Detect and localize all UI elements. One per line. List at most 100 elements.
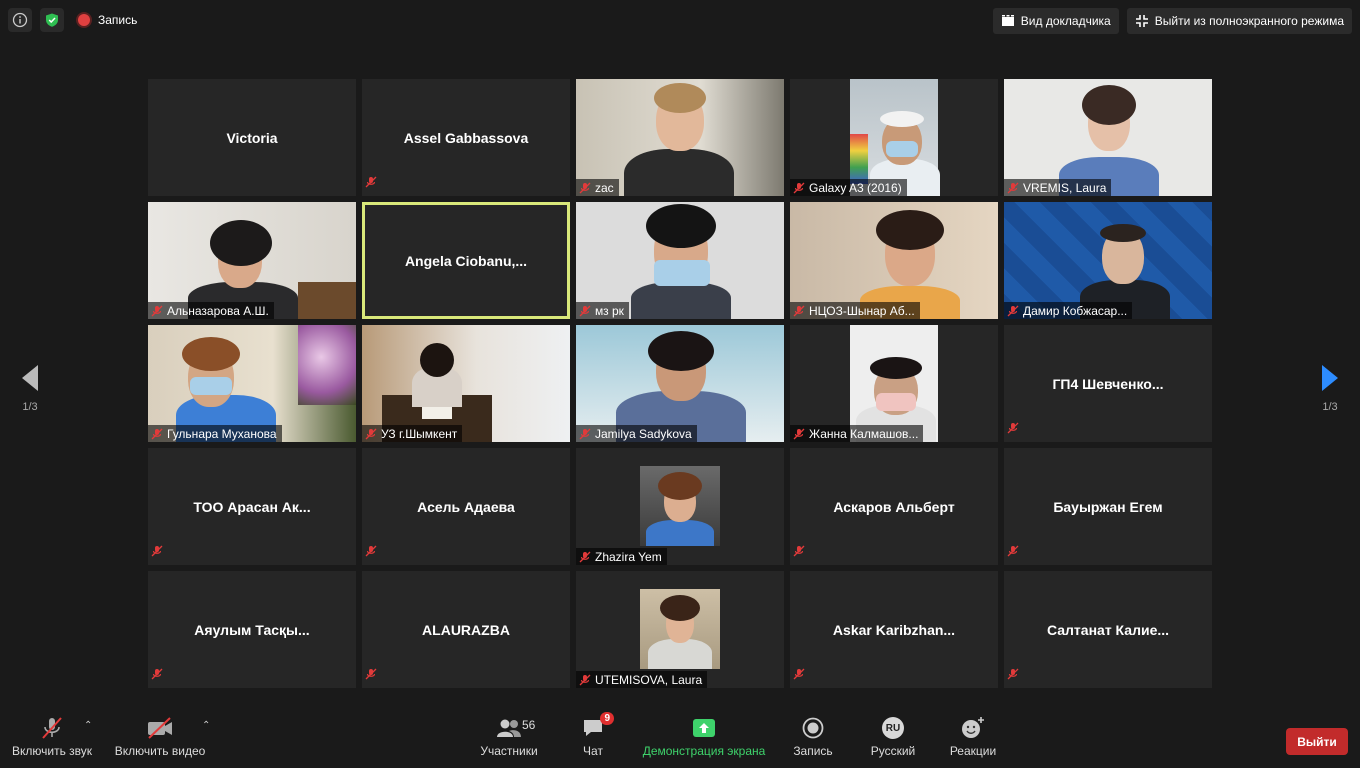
unmute-audio-button[interactable]: Включить звук xyxy=(10,706,94,768)
participant-tile-active-speaker[interactable]: Angela Ciobanu,... xyxy=(362,202,570,319)
participant-name: Жанна Калмашов... xyxy=(809,426,919,441)
muted-mic-icon xyxy=(1007,421,1019,439)
muted-mic-icon xyxy=(365,667,377,685)
participant-tile[interactable]: Альназарова А.Ш. xyxy=(148,202,356,319)
participant-label: Гульнара Муханова xyxy=(148,425,282,442)
muted-mic-icon xyxy=(151,305,163,316)
participant-name: zac xyxy=(595,180,614,195)
reactions-button[interactable]: Реакции xyxy=(946,706,1000,768)
participant-name: Victoria xyxy=(226,129,278,146)
record-button[interactable]: Запись xyxy=(790,706,836,768)
muted-mic-icon xyxy=(365,175,377,193)
participant-tile[interactable]: UTEMISOVA, Laura xyxy=(576,571,784,688)
participant-name: Angela Ciobanu,... xyxy=(404,252,528,269)
participant-label: УЗ г.Шымкент xyxy=(362,425,463,442)
chat-unread-badge: 9 xyxy=(600,712,614,725)
camera-off-icon xyxy=(148,717,172,739)
participants-button[interactable]: 56 Участники xyxy=(478,706,540,768)
profile-photo xyxy=(640,466,720,546)
chat-button[interactable]: 9 Чат xyxy=(575,706,614,768)
exit-fullscreen-button[interactable]: Выйти из полноэкранного режима xyxy=(1126,8,1352,34)
participant-name: ТОО Арасан Ак... xyxy=(193,498,311,515)
participant-name: Аскаров Альберт xyxy=(833,498,955,515)
language-globe-icon: RU xyxy=(882,717,904,739)
participant-tile[interactable]: мз рк xyxy=(576,202,784,319)
participant-tile[interactable]: Жанна Калмашов... xyxy=(790,325,998,442)
exit-fullscreen-label: Выйти из полноэкранного режима xyxy=(1154,14,1344,28)
muted-mic-icon xyxy=(365,428,377,439)
page-indicator-left: 1/3 xyxy=(22,400,38,413)
participant-name: Askar Karibzhan... xyxy=(832,621,956,638)
muted-mic-icon xyxy=(151,428,163,439)
recording-indicator[interactable]: Запись xyxy=(72,8,143,32)
leave-meeting-button[interactable]: Выйти xyxy=(1286,728,1348,755)
security-button[interactable] xyxy=(40,8,64,32)
participant-label: Альназарова А.Ш. xyxy=(148,302,274,319)
participant-label: Jamilya Sadykova xyxy=(576,425,697,442)
participant-label: НЦОЗ-Шынар Аб... xyxy=(790,302,920,319)
participant-name: Альназарова А.Ш. xyxy=(167,303,269,318)
participant-tile[interactable]: zac xyxy=(576,79,784,196)
participants-count: 56 xyxy=(522,718,536,732)
start-video-button[interactable]: Включить видео xyxy=(114,706,206,768)
participant-tile[interactable]: НЦОЗ-Шынар Аб... xyxy=(790,202,998,319)
participant-name: Асель Адаева xyxy=(417,498,515,515)
microphone-muted-icon xyxy=(42,717,62,739)
participant-tile[interactable]: Zhazira Yem xyxy=(576,448,784,565)
participant-tile[interactable]: VREMIS, Laura xyxy=(1004,79,1212,196)
prev-page-nav[interactable]: 1/3 xyxy=(0,345,60,430)
unmute-audio-label: Включить звук xyxy=(11,744,93,758)
participant-tile[interactable]: Гульнара Муханова xyxy=(148,325,356,442)
recording-label: Запись xyxy=(98,13,138,27)
page-indicator-right: 1/3 xyxy=(1322,400,1338,413)
participant-tile[interactable]: Victoria xyxy=(148,79,356,196)
participant-tile[interactable]: ТОО Арасан Ак... xyxy=(148,448,356,565)
participant-tile[interactable]: Дамир Кобжасар... xyxy=(1004,202,1212,319)
muted-mic-icon xyxy=(793,667,805,685)
audio-options-chevron-icon[interactable]: ⌃ xyxy=(84,720,92,731)
muted-mic-icon xyxy=(793,182,805,193)
participant-tile[interactable]: ГП4 Шевченко... xyxy=(1004,325,1212,442)
participant-tile[interactable]: Аяулым Тасқы... xyxy=(148,571,356,688)
top-left-bar: Запись xyxy=(8,8,143,32)
muted-mic-icon xyxy=(579,674,591,685)
muted-mic-icon xyxy=(1007,667,1019,685)
next-page-nav[interactable]: 1/3 xyxy=(1300,345,1360,430)
participant-tile[interactable]: Бауыржан Егем xyxy=(1004,448,1212,565)
share-screen-button[interactable]: Демонстрация экрана xyxy=(640,706,768,768)
exit-fullscreen-icon xyxy=(1135,15,1148,27)
smile-plus-icon xyxy=(962,717,984,738)
speaker-view-label: Вид докладчика xyxy=(1020,14,1111,28)
participant-tile[interactable]: Jamilya Sadykova xyxy=(576,325,784,442)
record-icon xyxy=(802,717,824,739)
participant-tile[interactable]: Askar Karibzhan... xyxy=(790,571,998,688)
participant-tile[interactable]: Assel Gabbassova xyxy=(362,79,570,196)
participant-tile[interactable]: ALAURAZBA xyxy=(362,571,570,688)
speaker-view-button[interactable]: Вид докладчика xyxy=(992,8,1119,34)
participant-tile[interactable]: Асель Адаева xyxy=(362,448,570,565)
muted-mic-icon xyxy=(793,544,805,562)
participant-name: Гульнара Муханова xyxy=(167,426,277,441)
participant-tile[interactable]: Аскаров Альберт xyxy=(790,448,998,565)
info-button[interactable] xyxy=(8,8,32,32)
participant-name: ГП4 Шевченко... xyxy=(1052,375,1164,392)
participant-name: УЗ г.Шымкент xyxy=(381,426,458,441)
muted-mic-icon xyxy=(579,305,591,316)
language-button[interactable]: RU Русский xyxy=(866,706,920,768)
participant-label: Дамир Кобжасар... xyxy=(1004,302,1133,319)
muted-mic-icon xyxy=(365,544,377,562)
participant-label: UTEMISOVA, Laura xyxy=(576,671,708,688)
share-screen-label: Демонстрация экрана xyxy=(642,744,766,758)
participant-label: мз рк xyxy=(576,302,629,319)
participant-name: Jamilya Sadykova xyxy=(595,426,692,441)
participant-tile[interactable]: Салтанат Калие... xyxy=(1004,571,1212,688)
participant-tile[interactable]: УЗ г.Шымкент xyxy=(362,325,570,442)
participant-label: zac xyxy=(576,179,619,196)
participant-tile[interactable]: Galaxy A3 (2016) xyxy=(790,79,998,196)
chat-label: Чат xyxy=(583,744,603,758)
share-screen-icon xyxy=(693,719,715,737)
video-options-chevron-icon[interactable]: ⌃ xyxy=(202,720,210,731)
gallery-grid: Victoria Assel Gabbassova zac Galaxy A3 … xyxy=(148,79,1212,688)
info-icon xyxy=(12,12,28,28)
muted-mic-icon xyxy=(793,428,805,439)
